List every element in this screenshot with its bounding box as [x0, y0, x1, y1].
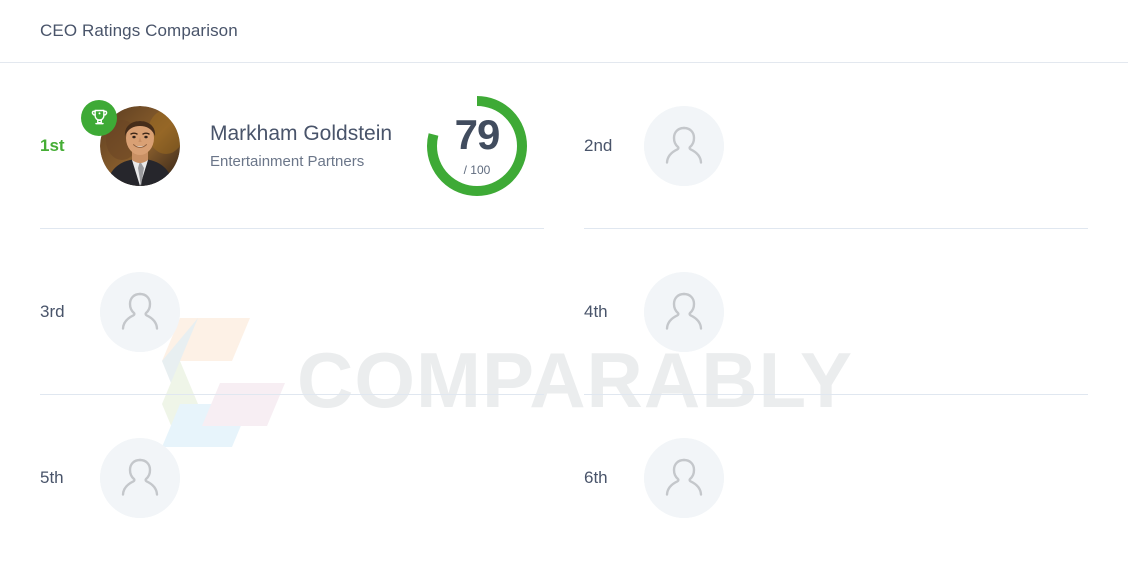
ceo-entry-5[interactable]: 5th: [40, 395, 544, 560]
ceo-entry-4[interactable]: 4th: [584, 229, 1088, 395]
avatar[interactable]: [644, 105, 724, 186]
person-info: [210, 309, 544, 315]
ceo-entry-3[interactable]: 3rd: [40, 229, 544, 395]
avatar-placeholder-icon: [644, 437, 724, 518]
person-info: Markham Goldstein Entertainment Partners: [210, 121, 416, 170]
person-name: Markham Goldstein: [210, 121, 393, 145]
rank-label: 2nd: [584, 135, 613, 155]
ratings-row: 1st Markham Goldstein Entertainment Part…: [40, 63, 1088, 229]
avatar-placeholder-icon: [644, 271, 724, 352]
rank-label: 6th: [584, 467, 608, 487]
ratings-row: 5th 6th: [40, 395, 1088, 560]
score-denominator: / 100: [463, 163, 491, 177]
rank-label: 3rd: [40, 301, 65, 321]
score-gauge: 79 / 100: [416, 85, 538, 207]
avatar[interactable]: [81, 99, 180, 186]
score-value: 79: [454, 111, 501, 158]
avatar[interactable]: [100, 437, 180, 518]
person-info: [754, 475, 1088, 481]
rank-label: 1st: [40, 135, 65, 155]
rank-label: 4th: [584, 301, 608, 321]
ceo-entry-1[interactable]: 1st Markham Goldstein Entertainment Part…: [40, 63, 544, 229]
person-info: [210, 475, 544, 481]
page-title: CEO Ratings Comparison: [40, 21, 238, 40]
avatar-placeholder-icon: [100, 437, 180, 518]
ceo-entry-2[interactable]: 2nd: [584, 63, 1088, 229]
avatar-placeholder-icon: [100, 271, 180, 352]
rank-label: 5th: [40, 467, 64, 487]
avatar[interactable]: [100, 271, 180, 352]
person-info: [754, 143, 1088, 149]
avatar[interactable]: [644, 271, 724, 352]
avatar-placeholder-icon: [644, 105, 724, 186]
trophy-icon: [81, 99, 117, 136]
person-company: Entertainment Partners: [210, 153, 365, 171]
card-header: CEO Ratings Comparison: [0, 0, 1128, 63]
ratings-row: 3rd 4th: [40, 229, 1088, 395]
person-info: [754, 309, 1088, 315]
ceo-entry-6[interactable]: 6th: [584, 395, 1088, 560]
avatar[interactable]: [644, 437, 724, 518]
ceo-ratings-grid: 1st Markham Goldstein Entertainment Part…: [0, 63, 1128, 560]
